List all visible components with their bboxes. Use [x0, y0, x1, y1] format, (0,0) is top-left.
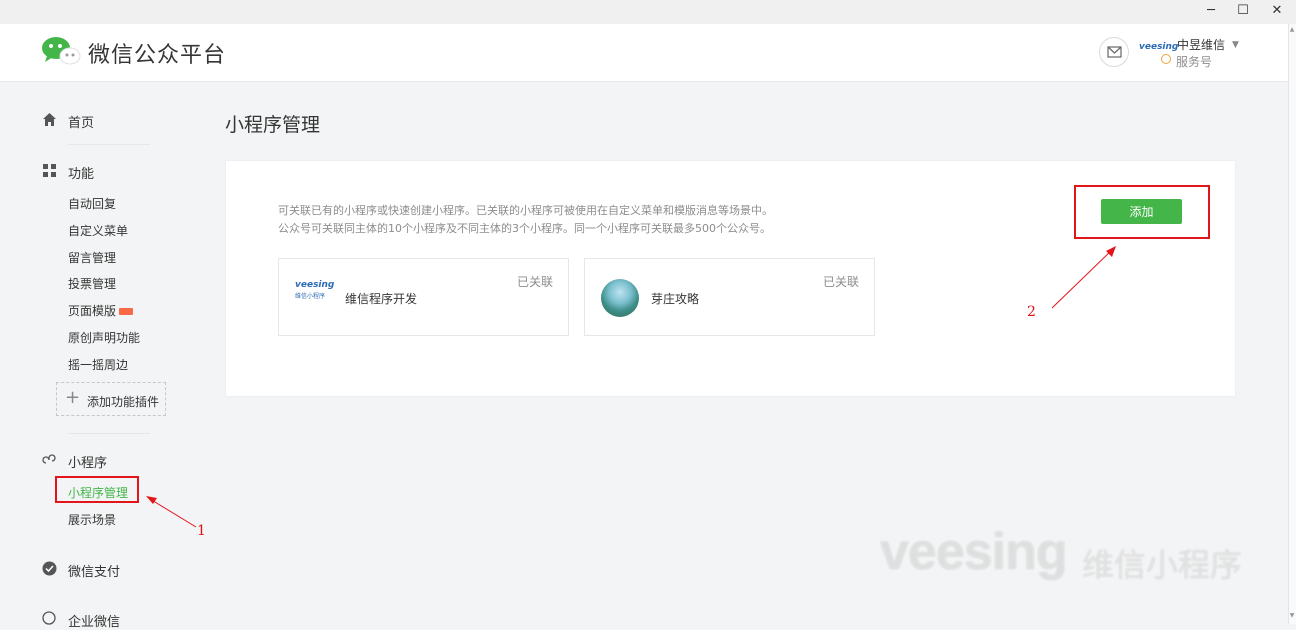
annotation-arrow-2	[1051, 248, 1114, 309]
annotation-label-2: 2	[1027, 304, 1036, 320]
watermark-latin: veesing	[880, 523, 1068, 581]
annotation-arrows	[146, 246, 1116, 528]
arrowhead-icon	[1106, 246, 1116, 257]
watermark-cjk: 维信小程序	[1082, 547, 1243, 583]
annotation-arrow-1	[149, 498, 197, 528]
annotation-label-1: 1	[197, 523, 206, 539]
